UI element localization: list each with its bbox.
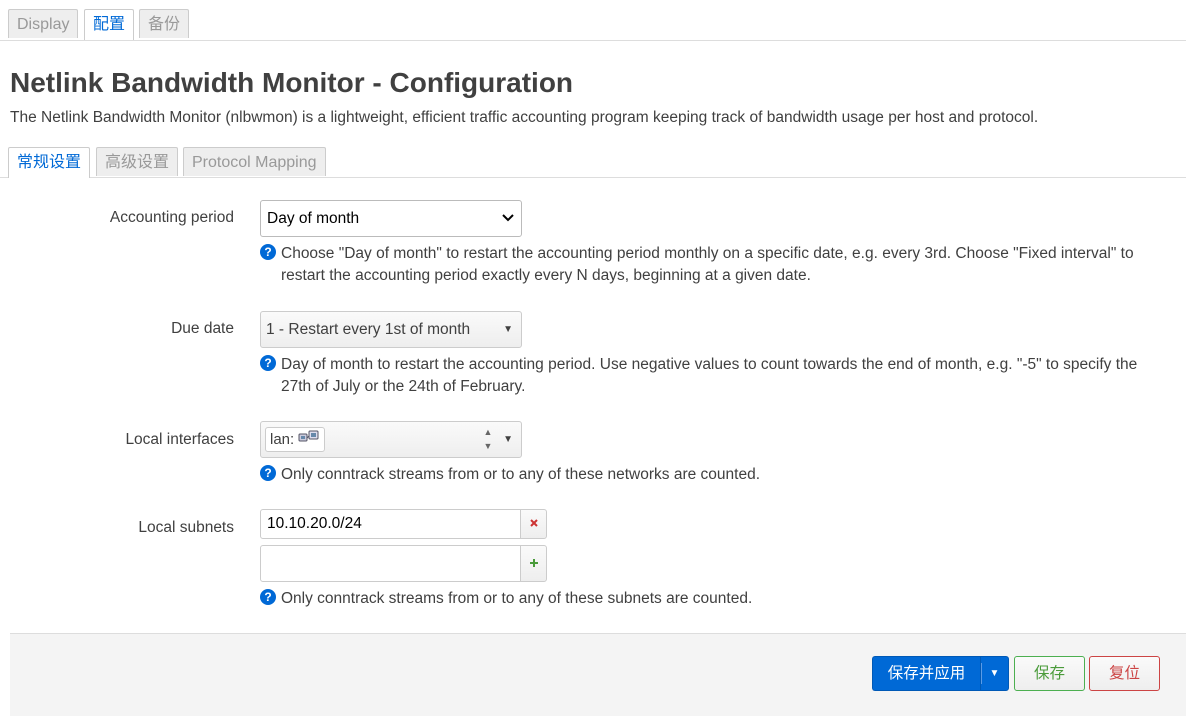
save-button[interactable]: 保存 xyxy=(1014,656,1085,691)
accounting-period-select[interactable]: Day of month xyxy=(260,200,522,237)
interface-chip-label: lan: xyxy=(270,431,295,448)
help-icon: ? xyxy=(260,355,276,371)
tab-config[interactable]: 配置 xyxy=(84,9,135,40)
remove-subnet-button[interactable] xyxy=(520,509,547,539)
accounting-period-help: ? Choose "Day of month" to restart the a… xyxy=(260,243,1186,289)
accounting-period-value: Day of month xyxy=(267,210,360,227)
chevron-down-icon xyxy=(502,201,514,249)
help-text-line: restart the accounting period exactly ev… xyxy=(281,267,811,284)
help-icon: ? xyxy=(260,465,276,481)
help-text-line: Only conntrack streams from or to any of… xyxy=(281,590,753,607)
save-apply-button[interactable]: 保存并应用 xyxy=(872,656,980,691)
help-text-line: Day of month to restart the accounting p… xyxy=(281,356,1138,373)
accounting-period-label: Accounting period xyxy=(109,209,234,226)
form-footer: 保存并应用 ▼ 保存 复位 xyxy=(10,633,1186,716)
tab-protocol-mapping[interactable]: Protocol Mapping xyxy=(183,147,326,176)
interface-chip-lan[interactable]: lan: xyxy=(265,427,326,452)
local-interfaces-dropdown[interactable]: lan: ▲ ▼ ▼ xyxy=(260,421,522,458)
due-date-value: 1 - Restart every 1st of month xyxy=(266,321,471,338)
network-icon xyxy=(298,429,320,452)
local-interfaces-label: Local interfaces xyxy=(125,431,234,448)
new-subnet-input[interactable] xyxy=(260,545,521,582)
tab-display[interactable]: Display xyxy=(8,9,79,38)
caret-down-icon: ▼ xyxy=(503,324,513,335)
page-description: The Netlink Bandwidth Monitor (nlbwmon) … xyxy=(10,109,1039,126)
add-icon xyxy=(529,555,539,572)
local-subnets-help: ? Only conntrack streams from or to any … xyxy=(260,588,860,610)
local-interfaces-help: ? Only conntrack streams from or to any … xyxy=(260,464,860,486)
local-subnets-label: Local subnets xyxy=(138,519,234,536)
sub-tabs: 常规设置 高级设置 Protocol Mapping xyxy=(0,146,1186,178)
caret-down-icon: ▼ xyxy=(503,434,513,445)
add-subnet-button[interactable] xyxy=(520,545,547,582)
spinner-icon[interactable]: ▲ ▼ xyxy=(479,425,497,455)
due-date-help: ? Day of month to restart the accounting… xyxy=(260,354,1186,400)
local-subnet-input[interactable]: 10.10.20.0/24 xyxy=(260,509,521,539)
reset-button[interactable]: 复位 xyxy=(1089,656,1160,691)
help-text-line: 27th of July or the 24th of February. xyxy=(281,378,526,395)
due-date-label: Due date xyxy=(171,320,234,337)
tab-backup[interactable]: 备份 xyxy=(139,9,190,38)
remove-icon xyxy=(529,515,539,532)
caret-down-icon: ▼ xyxy=(989,668,1000,679)
page-title: Netlink Bandwidth Monitor - Configuratio… xyxy=(10,67,574,98)
help-text-line: Choose "Day of month" to restart the acc… xyxy=(281,245,1134,262)
help-text-line: Only conntrack streams from or to any of… xyxy=(281,466,760,483)
top-tabs: Display 配置 备份 xyxy=(0,0,1186,41)
help-icon: ? xyxy=(260,589,276,605)
help-icon: ? xyxy=(260,244,276,260)
tab-advanced-settings[interactable]: 高级设置 xyxy=(96,147,179,176)
due-date-dropdown[interactable]: 1 - Restart every 1st of month ▼ xyxy=(260,311,522,348)
tab-general-settings[interactable]: 常规设置 xyxy=(8,147,91,178)
save-apply-menu-button[interactable]: ▼ xyxy=(980,656,1009,691)
